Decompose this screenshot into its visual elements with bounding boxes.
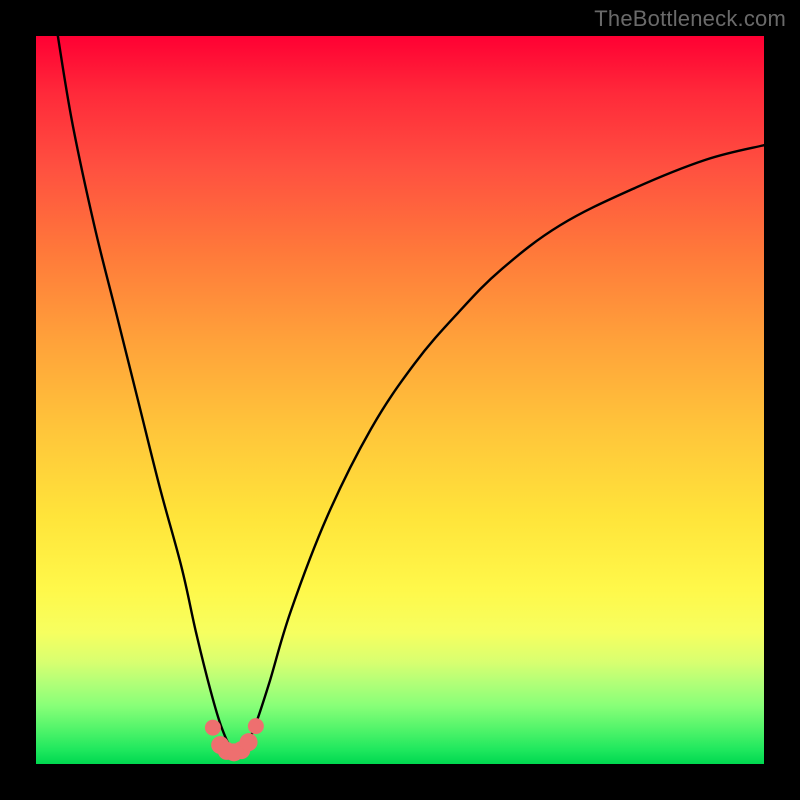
highlight-dot [205, 720, 221, 736]
bottleneck-curve [58, 36, 764, 752]
curve-layer [36, 36, 764, 764]
attribution-text: TheBottleneck.com [594, 6, 786, 32]
highlight-markers [205, 718, 264, 761]
plot-area [36, 36, 764, 764]
chart-frame: TheBottleneck.com [0, 0, 800, 800]
highlight-dot [248, 718, 264, 734]
highlight-dot [240, 733, 258, 751]
